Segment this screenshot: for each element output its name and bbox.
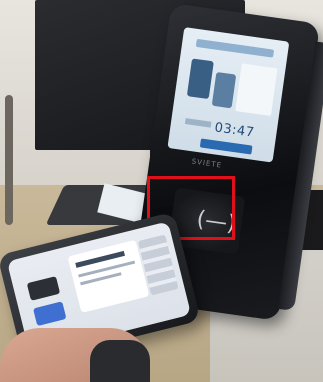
reader-screen: 03:47 xyxy=(167,27,290,163)
screen-phone-illustration-2 xyxy=(211,71,237,109)
screen-panel xyxy=(235,63,278,116)
screen-phone-illustration xyxy=(186,58,214,100)
screen-time: 03:47 xyxy=(213,120,256,141)
screen-header-bar xyxy=(195,38,275,58)
reader-brand: SVIETE xyxy=(191,157,223,170)
screen-button xyxy=(199,138,253,155)
phone-dark-button xyxy=(26,276,61,301)
sleeve xyxy=(90,340,150,382)
photo-scene: 03:47 SVIETE (—) xyxy=(0,0,323,382)
cable xyxy=(5,95,13,225)
phone-blue-button xyxy=(33,301,67,327)
screen-date xyxy=(184,118,212,128)
